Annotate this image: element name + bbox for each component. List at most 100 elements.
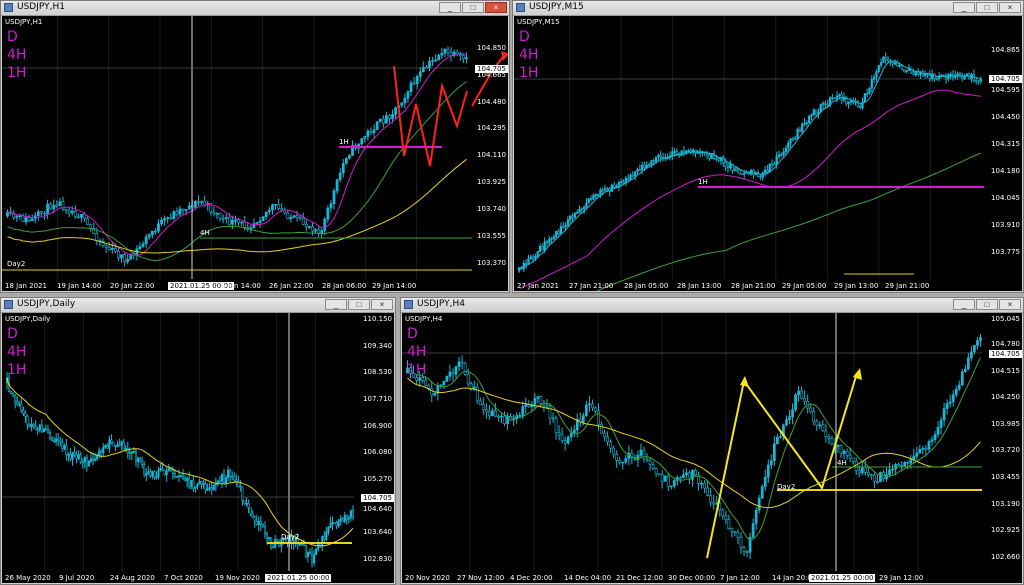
- candle-body: [243, 499, 246, 505]
- candle-body: [821, 103, 825, 105]
- candle-body: [733, 168, 737, 171]
- price-scale[interactable]: 104.850 104.665 104.480 104.295 104.110 …: [470, 16, 508, 291]
- candle-body: [536, 396, 540, 399]
- candle-body: [181, 208, 185, 211]
- candle-body: [733, 531, 737, 533]
- maximize-button[interactable]: □: [462, 2, 484, 13]
- timeframe-label-4h: 4H: [519, 47, 539, 63]
- candle-body: [69, 454, 72, 460]
- price-label: 103.640: [363, 528, 392, 536]
- maximize-button[interactable]: □: [976, 299, 998, 310]
- close-button[interactable]: ×: [485, 2, 507, 13]
- candle-body: [454, 366, 458, 375]
- candle-body: [123, 254, 126, 262]
- timeframe-label-d: D: [519, 29, 530, 45]
- window-titlebar[interactable]: USDJPY,M15 _ □ ×: [513, 1, 1023, 16]
- maximize-button[interactable]: □: [348, 299, 370, 310]
- candle-body: [763, 477, 767, 487]
- candle-body: [208, 487, 211, 490]
- maximize-button[interactable]: □: [976, 2, 998, 13]
- candle-body: [939, 419, 943, 428]
- close-button[interactable]: ×: [999, 2, 1021, 13]
- candle-body: [182, 475, 185, 480]
- candle-body: [545, 241, 549, 244]
- window-titlebar[interactable]: USDJPY,Daily _ □ ×: [1, 298, 395, 313]
- minimize-button[interactable]: _: [325, 299, 347, 310]
- candle-body: [777, 154, 781, 157]
- chart-area[interactable]: USDJPY,H4 D 4H 1H 105.045 104.780 104.70…: [402, 313, 1022, 583]
- timeframe-label-1h: 1H: [7, 65, 27, 81]
- candle-body: [869, 474, 873, 477]
- chart-area[interactable]: USDJPY,M15 D 4H 1H 104.865 104.705 104.5…: [514, 16, 1022, 291]
- price-scale[interactable]: 110.150 109.340 108.530 107.710 106.900 …: [356, 313, 394, 583]
- candle-body: [484, 409, 488, 413]
- candle-body: [975, 80, 978, 82]
- chart-area[interactable]: USDJPY,Daily D 4H 1H 110.150 109.340 108…: [2, 313, 394, 583]
- candle-body: [91, 458, 95, 461]
- candle-body: [126, 448, 129, 453]
- candle-body: [348, 155, 351, 159]
- candle-body: [153, 471, 156, 478]
- chart-area[interactable]: USDJPY,H1 D 4H 1H 104.850 104.665 104.48…: [2, 16, 508, 291]
- candle-body: [624, 458, 628, 463]
- candle-body: [909, 459, 913, 464]
- candle-body: [739, 536, 743, 548]
- candle-body: [151, 471, 154, 477]
- candle-body: [545, 405, 549, 408]
- candle-body: [234, 219, 237, 222]
- candle-body: [175, 211, 179, 215]
- time-label: 5 Jan 14:00: [221, 282, 261, 290]
- candle-body: [308, 551, 312, 555]
- candle-body: [800, 390, 803, 399]
- close-button[interactable]: ×: [999, 299, 1021, 310]
- candle-body: [85, 457, 88, 467]
- candle-body: [729, 163, 732, 168]
- window-titlebar[interactable]: USDJPY,H1 _ □ ×: [1, 1, 509, 16]
- candle-body: [38, 424, 41, 431]
- candle-body: [794, 137, 797, 140]
- window-titlebar[interactable]: USDJPY,H4 _ □ ×: [401, 298, 1023, 313]
- candle-body: [851, 457, 855, 462]
- candle-body: [154, 230, 157, 233]
- candle-body: [343, 515, 346, 522]
- price-label: 104.780: [991, 340, 1020, 348]
- minimize-button[interactable]: _: [953, 2, 975, 13]
- price-scale[interactable]: 105.045 104.780 104.705 104.515 104.250 …: [984, 313, 1022, 583]
- candle-body: [730, 528, 734, 532]
- price-scale[interactable]: 104.865 104.705 104.595 104.450 104.315 …: [984, 16, 1022, 291]
- candle-body: [948, 401, 952, 404]
- candle-body: [147, 471, 150, 474]
- moving-average-line: [407, 377, 981, 509]
- candle-body: [639, 449, 643, 456]
- candle-body: [14, 395, 17, 402]
- candle-body: [536, 251, 539, 257]
- candle-body: [263, 526, 266, 535]
- candle-body: [525, 263, 528, 265]
- level-label-4h: 4H: [837, 459, 847, 467]
- chart-window-h4[interactable]: USDJPY,H4 _ □ × USDJPY,H4 D 4H 1H 105.04…: [400, 297, 1024, 585]
- close-button[interactable]: ×: [371, 299, 393, 310]
- price-chart: [2, 313, 354, 571]
- candle-body: [22, 409, 25, 414]
- candle-body: [863, 466, 867, 473]
- level-label-day2: Day2: [281, 533, 300, 541]
- candle-body: [812, 411, 816, 422]
- minimize-button[interactable]: _: [439, 2, 461, 13]
- candle-body: [347, 517, 350, 520]
- candle-body: [442, 381, 446, 386]
- time-label: 19 Jan 14:00: [57, 282, 102, 290]
- candle-body: [247, 503, 250, 509]
- candle-body: [548, 238, 551, 244]
- candle-body: [46, 203, 49, 215]
- candle-body: [166, 217, 170, 219]
- candle-body: [73, 210, 77, 217]
- chart-window-h1[interactable]: USDJPY,H1 _ □ × USDJPY,H1 D 4H 1H 104.85…: [0, 0, 510, 293]
- candle-body: [791, 409, 794, 417]
- candle-body: [491, 410, 494, 417]
- candle-body: [451, 371, 455, 375]
- minimize-button[interactable]: _: [953, 299, 975, 310]
- candle-body: [703, 482, 706, 489]
- chart-window-m15[interactable]: USDJPY,M15 _ □ × USDJPY,M15 D 4H 1H 104.…: [512, 0, 1024, 293]
- chart-window-daily[interactable]: USDJPY,Daily _ □ × USDJPY,Daily D 4H 1H …: [0, 297, 396, 585]
- candle-body: [557, 230, 560, 235]
